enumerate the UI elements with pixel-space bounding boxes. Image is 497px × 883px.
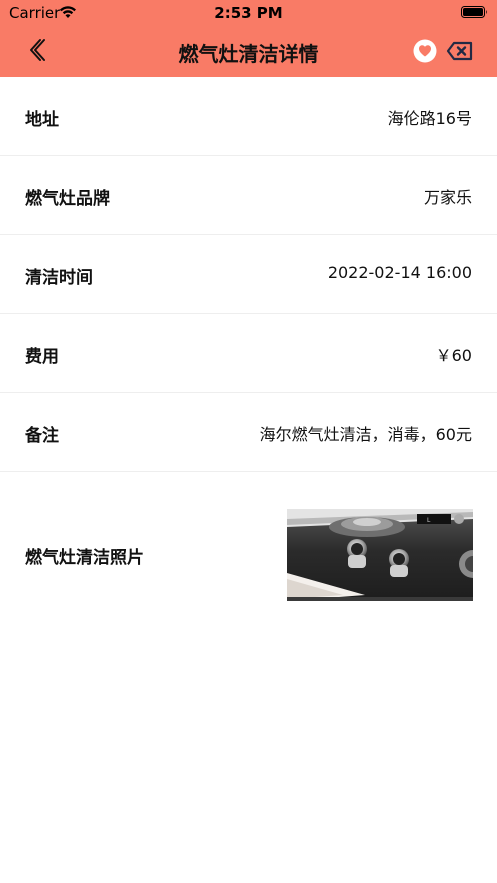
clean-time-value: 2022-02-14 16:00: [327, 263, 472, 282]
remark-value: 海尔燃气灶清洁，消毒，60元: [259, 425, 472, 444]
status-bar: Carrier 2:53 PM: [0, 0, 497, 26]
remark-label: 备注: [25, 426, 59, 446]
photo-label: 燃气灶清洁照片: [25, 548, 144, 568]
detail-list: 地址 海伦路16号 燃气灶品牌 万家乐 清洁时间 2022-02-14 16:0…: [0, 77, 497, 612]
clean-time-label: 清洁时间: [25, 268, 93, 288]
address-value: 海伦路16号: [387, 109, 472, 128]
detail-row-brand: 燃气灶品牌 万家乐: [0, 156, 497, 235]
fee-value: ￥60: [435, 346, 472, 365]
address-label: 地址: [25, 110, 59, 130]
photo-row: 燃气灶清洁照片 L: [0, 472, 497, 612]
delete-button[interactable]: [446, 40, 474, 62]
brand-label: 燃气灶品牌: [25, 189, 110, 209]
header: Carrier 2:53 PM 燃气灶清洁详情: [0, 0, 497, 77]
nav-bar: 燃气灶清洁详情: [0, 26, 497, 77]
detail-row-address: 地址 海伦路16号: [0, 77, 497, 156]
fee-label: 费用: [25, 347, 59, 367]
detail-row-fee: 费用 ￥60: [0, 314, 497, 393]
stove-photo[interactable]: L: [287, 509, 473, 601]
battery-icon: [461, 6, 487, 18]
status-time: 2:53 PM: [214, 4, 283, 22]
favorite-button[interactable]: [413, 39, 437, 63]
backspace-delete-icon: [446, 41, 473, 61]
detail-row-remark: 备注 海尔燃气灶清洁，消毒，60元: [0, 393, 497, 472]
detail-row-clean-time: 清洁时间 2022-02-14 16:00: [0, 235, 497, 314]
brand-value: 万家乐: [423, 188, 472, 207]
